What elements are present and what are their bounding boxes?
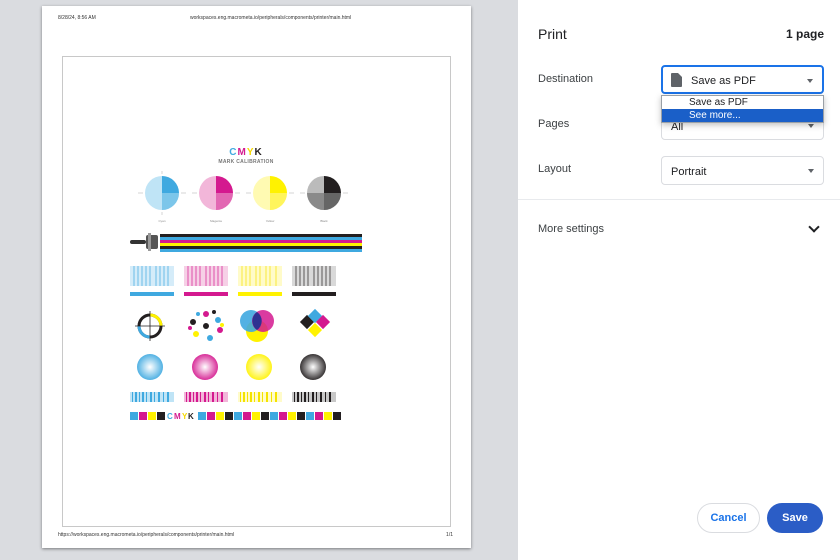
pages-label: Pages (538, 118, 570, 130)
registration-target (135, 311, 165, 341)
calibration-chart: CMYK MARK CALIBRATION Cyan Magenta Yello… (130, 116, 362, 446)
layout-select[interactable]: Portrait (661, 156, 824, 185)
line-pattern-magenta (184, 266, 228, 296)
more-settings-label: More settings (538, 223, 605, 235)
save-button[interactable]: Save (767, 503, 823, 533)
chevron-down-icon (808, 169, 814, 173)
barcode-cyan (130, 392, 174, 402)
layout-value: Portrait (671, 166, 707, 178)
ink-wheel-cyan (138, 171, 186, 215)
swatch-label-yellow: Yellow (266, 219, 275, 223)
roller-stripes (130, 233, 362, 252)
overlapping-circles (240, 310, 274, 342)
barcode-magenta (184, 392, 228, 402)
strip-letter-c: C (167, 412, 173, 421)
barcode-yellow (238, 392, 282, 402)
line-pattern-cyan (130, 266, 174, 296)
line-pattern-black (292, 266, 336, 296)
calibration-graphics: Cyan Magenta Yellow Black C M Y K (130, 171, 362, 421)
swatch-label-magenta: Magenta (210, 219, 222, 223)
page-footer-url: https://workspaces.eng.macrometa.io/peri… (58, 532, 235, 538)
panel-title: Print (538, 26, 567, 42)
destination-select[interactable]: Save as PDF (661, 65, 824, 94)
gradient-sphere-yellow (246, 354, 272, 380)
page-header-date: 8/28/24, 8:56 AM (58, 15, 96, 21)
preview-page: 8/28/24, 8:56 AM workspaces.eng.macromet… (42, 6, 471, 548)
document-icon (671, 73, 682, 87)
dot-burst (188, 310, 224, 341)
color-diamonds (299, 308, 331, 338)
gradient-sphere-black (300, 354, 326, 380)
swatch-label-cyan: Cyan (158, 219, 165, 223)
ink-wheel-yellow (246, 176, 294, 210)
ink-wheel-black (300, 176, 348, 210)
destination-option-see-more[interactable]: See more... (662, 109, 823, 122)
expand-chevron-icon (808, 221, 820, 233)
gradient-sphere-cyan (137, 354, 163, 380)
destination-label: Destination (538, 73, 594, 85)
barcode-black (292, 392, 336, 402)
chevron-down-icon (808, 124, 814, 128)
swatch-label-black: Black (320, 219, 328, 223)
section-divider (518, 199, 840, 200)
cancel-button[interactable]: Cancel (697, 503, 760, 533)
page-footer-number: 1/1 (446, 532, 453, 538)
strip-letter-k: K (188, 412, 194, 421)
destination-value: Save as PDF (691, 75, 756, 87)
destination-dropdown-menu: Save as PDF See more... (661, 95, 824, 123)
color-block-strip: C M Y K (130, 412, 341, 421)
layout-label: Layout (538, 163, 572, 175)
destination-option-save-as-pdf[interactable]: Save as PDF (662, 96, 823, 109)
chevron-down-icon (807, 79, 813, 83)
sheet-count: 1 page (785, 27, 824, 41)
gradient-sphere-magenta (192, 354, 218, 380)
print-preview-area: 8/28/24, 8:56 AM workspaces.eng.macromet… (0, 0, 518, 560)
strip-letter-m: M (174, 412, 181, 421)
print-settings-panel: Print 1 page Destination Save as PDF Sav… (518, 0, 840, 560)
page-header-url: workspaces.eng.macrometa.io/peripherals/… (190, 15, 352, 21)
line-pattern-yellow (238, 266, 282, 296)
more-settings-toggle[interactable]: More settings (518, 213, 840, 245)
ink-wheel-magenta (192, 176, 240, 210)
